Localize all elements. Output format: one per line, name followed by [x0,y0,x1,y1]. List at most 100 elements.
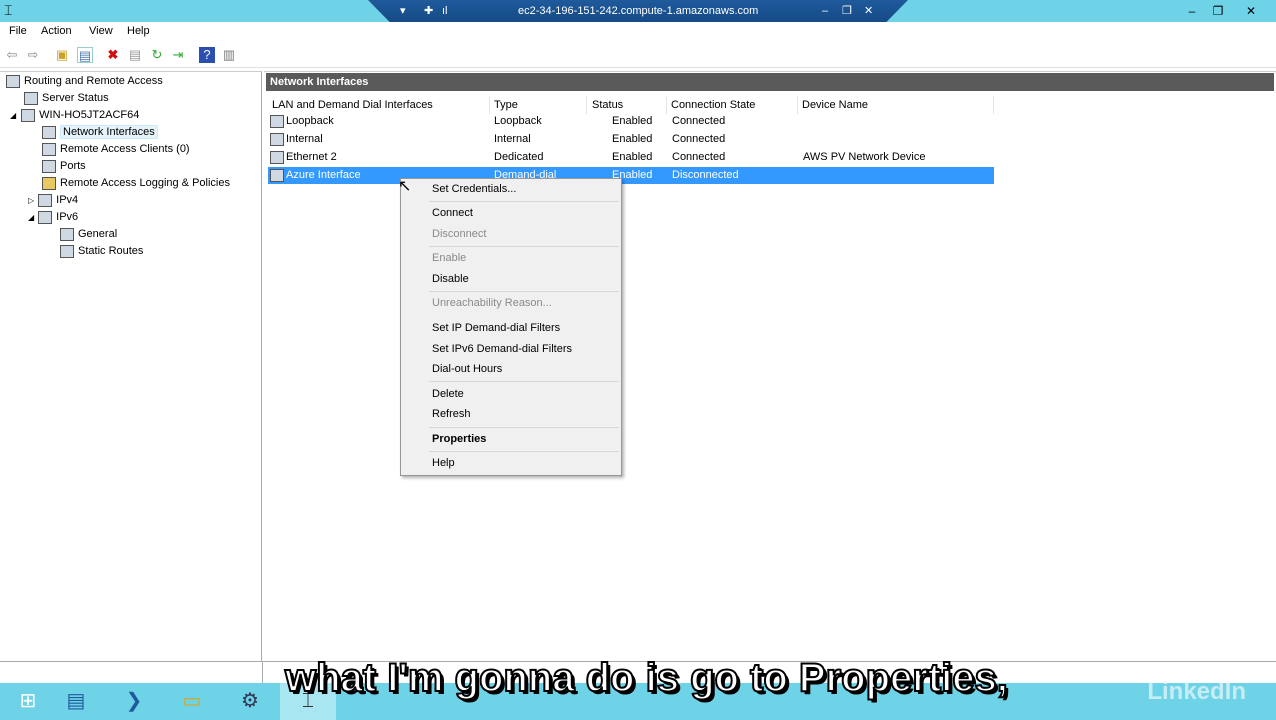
tree-item-server-status[interactable]: Server Status [24,90,109,106]
network-interface-icon [270,151,284,164]
tree-item-server[interactable]: ◢ WIN-HO5JT2ACF64 [10,107,139,123]
expanded-icon[interactable]: ◢ [10,111,16,120]
column-header-connection-state[interactable]: Connection State [667,96,798,114]
menu-file[interactable]: File [9,25,27,37]
context-menu-item-delete[interactable]: Delete [432,384,464,404]
rras-icon [6,74,20,88]
context-menu: Set Credentials... Connect Disconnect Enabl… [400,178,622,476]
cell: Loopback [494,115,542,127]
menu-bar: File Action View Help [0,22,1276,42]
delete-icon[interactable]: ✖ [105,47,121,63]
context-menu-item-set-credentials[interactable]: Set Credentials... [432,179,516,199]
network-icon [60,244,74,258]
menu-action[interactable]: Action [41,25,72,37]
tree-item-ports[interactable]: Ports [42,158,86,174]
rdp-restore-icon[interactable]: ❐ [842,0,852,22]
remote-host: ec2-34-196-151-242.compute-1.amazonaws.c… [518,5,759,17]
table-row[interactable]: Azure Interface Demand-dial Enabled Disconn… [268,167,994,184]
cell: Internal [494,133,531,145]
network-interface-icon [270,115,284,128]
menu-help[interactable]: Help [127,25,150,37]
server-icon [21,108,36,122]
ports-icon [42,159,56,173]
context-menu-item-set-ip-demand-dial-filters[interactable]: Set IP Demand-dial Filters [432,318,560,338]
signal-icon: ıl [442,5,448,17]
pin-icon[interactable]: ✚ [424,0,433,22]
server-icon [24,91,38,105]
context-menu-item-properties[interactable]: Properties [432,429,486,449]
linkedin-watermark: LinkedIn [1147,678,1246,705]
context-menu-item-set-ipv6-demand-dial-filters[interactable]: Set IPv6 Demand-dial Filters [432,339,572,359]
powershell-icon[interactable]: ❯ [106,683,162,720]
cell: Connected [672,115,726,127]
context-menu-item-refresh[interactable]: Refresh [432,404,471,424]
toolbar: ⇦ ⇨ ▣ ▤ ✖ ▤ ↻ ⇥ ? ▥ [0,44,1276,68]
file-explorer-icon[interactable]: ▭ [164,683,220,720]
cell: Dedicated [494,151,544,163]
context-menu-item-disable[interactable]: Disable [432,269,469,289]
cell: Ethernet 2 [286,151,337,163]
rdp-minimize-icon[interactable]: – [822,0,828,22]
app-icon: ⌶ [4,2,13,18]
export-icon[interactable]: ⇥ [170,47,186,63]
rdp-close-icon[interactable]: ✕ [864,0,873,22]
menu-separator [429,201,619,202]
column-header-type[interactable]: Type [490,96,587,114]
restore-button[interactable]: ❐ [1207,2,1229,20]
network-icon [60,227,74,241]
close-button[interactable]: ✕ [1240,2,1262,20]
tree-item-general[interactable]: General [60,226,117,242]
table-row[interactable]: Loopback Loopback Enabled Connected [268,113,994,130]
expanded-icon[interactable]: ◢ [28,213,34,222]
network-icon [38,193,53,207]
properties-icon[interactable]: ▤ [127,47,143,63]
minimize-button[interactable]: – [1181,2,1203,20]
tools-icon[interactable]: ⚙ [222,683,278,720]
action-pane-icon[interactable]: ▥ [221,47,237,63]
network-icon [38,210,53,224]
network-interface-icon [270,133,284,146]
collapsed-icon[interactable]: ▷ [28,196,34,205]
video-caption: what I'm gonna do is go to Properties, [284,655,1009,701]
title-bar: ⌶ ▾ ✚ ıl ec2-34-196-151-242.compute-1.am… [0,0,1276,22]
tree-item-static-routes[interactable]: Static Routes [60,243,143,259]
up-folder-icon[interactable]: ▣ [54,47,70,63]
dropdown-icon[interactable]: ▾ [400,0,406,22]
table-row[interactable]: Ethernet 2 Dedicated Enabled Connected AWS P… [268,149,994,166]
tree-root[interactable]: Routing and Remote Access [6,73,163,89]
cell: Azure Interface [286,169,361,181]
show-hide-tree-icon[interactable]: ▤ [77,47,93,63]
server-manager-icon[interactable]: ▤ [48,683,104,720]
cell: AWS PV Network Device [803,151,926,163]
cell: Enabled [612,133,653,145]
table-row[interactable]: Internal Internal Enabled Connected [268,131,994,148]
back-icon[interactable]: ⇦ [4,47,20,63]
context-menu-item-unreachability-reason: Unreachability Reason... [432,297,552,309]
network-icon [42,125,56,139]
cell: Internal [286,133,323,145]
refresh-icon[interactable]: ↻ [149,47,165,63]
tree-item-remote-access-clients[interactable]: Remote Access Clients (0) [42,141,190,157]
column-header-status[interactable]: Status [588,96,667,114]
context-menu-item-connect[interactable]: Connect [432,203,473,223]
forward-icon[interactable]: ⇨ [25,47,41,63]
context-menu-item-help[interactable]: Help [432,453,455,473]
help-icon[interactable]: ? [199,47,215,63]
mouse-cursor-icon: ↖ [398,178,412,195]
context-menu-item-dial-out-hours[interactable]: Dial-out Hours [432,359,502,379]
menu-separator [429,381,619,382]
menu-separator [429,427,619,428]
pane-title: Network Interfaces [266,73,1274,91]
tree-item-logging[interactable]: Remote Access Logging & Policies [42,175,230,191]
tree-item-ipv6[interactable]: ◢ IPv6 [28,209,78,225]
column-header-device-name[interactable]: Device Name [798,96,994,114]
menu-separator [429,451,619,452]
clients-icon [42,142,56,156]
tree-item-ipv4[interactable]: ▷ IPv4 [28,192,78,208]
menu-view[interactable]: View [89,25,113,37]
tree-item-network-interfaces[interactable]: Network Interfaces [42,124,158,140]
cell: Enabled [612,115,653,127]
cell: Connected [672,133,726,145]
cell: Loopback [286,115,334,127]
column-header-name[interactable]: LAN and Demand Dial Interfaces [268,96,490,114]
